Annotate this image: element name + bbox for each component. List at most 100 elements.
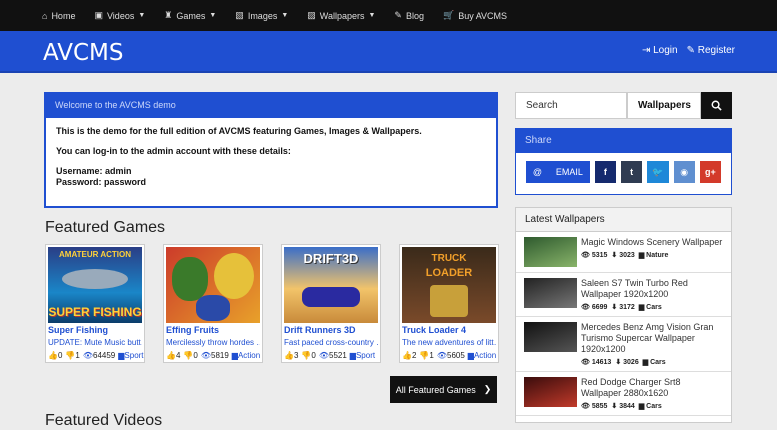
game-stats: 👍0 👎1 👁64459 ▆Sport [48,351,144,360]
share-tumblr-button[interactable]: t [621,161,643,183]
category-link[interactable]: Sport [124,351,143,360]
latest-wallpapers-panel: Latest Wallpapers Magic Windows Scenery … [515,207,732,423]
thumb-text-bottom: LOADER [425,267,473,279]
wallpaper-thumbnail[interactable] [524,278,577,308]
thumb-text-top: TRUCK [431,253,467,264]
login-link[interactable]: ⇥ Login [642,45,678,56]
game-thumbnail[interactable] [166,247,260,323]
dislikes-count: 0 [193,351,198,360]
nav-item-label: Home [51,10,76,21]
likes-count: 4 [175,351,181,360]
category-link[interactable]: Sport [356,351,375,360]
game-thumbnail[interactable]: TRUCK LOADER [402,247,496,323]
wallpaper-stats: 👁 5855 ⬇ 3844 ▆ Cars [581,402,723,410]
share-twitter-button[interactable]: 🐦 [647,161,669,183]
category-link[interactable]: Action [474,351,496,360]
search-icon [711,100,722,111]
search-category-select[interactable]: Wallpapers [627,92,701,119]
game-card[interactable]: DRIFT3D Drift Runners 3D Fast paced cros… [281,244,381,363]
welcome-line-1: This is the demo for the full edition of… [56,126,422,136]
search-button[interactable] [701,92,732,119]
nav-item-images[interactable]: ▧ Images ▼ [235,10,288,21]
game-title[interactable]: Effing Fruits [166,325,260,335]
category-link[interactable]: Nature [646,252,668,259]
game-description: UPDATE: Mute Music butt… [48,338,142,347]
eye-icon: 👁 [436,351,447,360]
nav-item-label: Wallpapers [319,10,365,21]
nav-item-videos[interactable]: ▣ Videos ▼ [94,10,145,21]
game-thumbnail[interactable]: AMATEUR ACTION SUPER FISHING [48,247,142,323]
welcome-panel: Welcome to the AVCMS demo This is the de… [44,92,498,208]
share-googleplus-button[interactable]: g+ [699,161,721,183]
game-title[interactable]: Drift Runners 3D [284,325,378,335]
game-card[interactable]: Effing Fruits Mercilessly throw hordes …… [163,244,263,363]
game-title[interactable]: Super Fishing [48,325,142,335]
wallpaper-title[interactable]: Mercedes Benz Amg Vision Gran Turismo Su… [581,322,723,355]
thumbs-up-icon: 👍 [284,351,294,360]
wallpaper-stats: 👁 5315 ⬇ 3023 ▆ Nature [581,251,722,259]
wallpaper-title[interactable]: Magic Windows Scenery Wallpaper [581,237,722,248]
nav-item-label: Buy AVCMS [458,10,508,21]
eye-icon: 👁 [581,403,590,410]
folder-icon: ▆ [642,359,649,366]
eye-icon: 👁 [318,351,329,360]
download-icon: ⬇ [615,359,622,366]
views-count: 5605 [447,351,465,360]
nav-item-wallpapers[interactable]: ▨ Wallpapers ▼ [307,10,375,21]
welcome-title: Welcome to the AVCMS demo [46,94,496,118]
wallpaper-item[interactable]: Magic Windows Scenery Wallpaper 👁 5315 ⬇… [516,232,731,273]
top-navbar: ⌂ Home ▣ Videos ▼ ♜ Games ▼ ▧ Images ▼ ▨ Wallpapers ▼… [0,0,777,31]
download-icon: ⬇ [611,252,618,259]
welcome-username: Username: admin [56,166,132,176]
game-card[interactable]: TRUCK LOADER Truck Loader 4 The new adven… [399,244,499,363]
wallpaper-thumbnail[interactable] [524,237,577,267]
share-reddit-button[interactable]: ◉ [673,161,695,183]
wallpaper-title[interactable]: Saleen S7 Twin Turbo Red Wallpaper 1920x… [581,278,723,300]
wallpaper-item[interactable]: Mercedes Benz Amg Vision Gran Turismo Su… [516,317,731,372]
game-card[interactable]: AMATEUR ACTION SUPER FISHING Super Fishin… [45,244,145,363]
folder-icon: ▆ [638,252,645,259]
picture-icon: ▨ [307,10,316,20]
auth-links: ⇥ Login ✎ Register [642,45,735,56]
nav-item-label: Blog [405,10,424,21]
wallpaper-thumbnail[interactable] [524,377,577,407]
site-brand[interactable]: AVCMS [43,40,124,66]
wallpaper-item[interactable]: Saleen S7 Twin Turbo Red Wallpaper 1920x… [516,273,731,317]
welcome-line-2: You can log-in to the admin account with… [56,146,291,156]
nav-item-label: Games [176,10,206,21]
all-featured-games-button[interactable]: All Featured Games ❯ [390,376,497,403]
folder-icon: ▆ [638,403,645,410]
wallpaper-stats: 👁 14613 ⬇ 3026 ▆ Cars [581,358,723,366]
nav-item-label: Images [247,10,278,21]
nav-item-buy-avcms[interactable]: 🛒 Buy AVCMS [443,10,507,21]
chevron-right-icon: ❯ [483,384,492,394]
dislikes-count: 1 [429,351,434,360]
category-link[interactable]: Cars [646,403,662,410]
game-title[interactable]: Truck Loader 4 [402,325,496,335]
share-panel: Share @ EMAIL f t 🐦 ◉ g+ [515,128,732,195]
category-link[interactable]: Cars [646,304,662,311]
register-link[interactable]: ✎ Register [687,45,735,56]
facebook-icon: f [603,167,607,177]
wallpaper-title[interactable]: Red Dodge Charger Srt8 Wallpaper 2880x16… [581,377,723,399]
search-input[interactable]: Search [515,92,627,119]
wallpaper-item[interactable]: Red Dodge Charger Srt8 Wallpaper 2880x16… [516,372,731,416]
category-link[interactable]: Cars [650,359,666,366]
game-thumbnail[interactable]: DRIFT3D [284,247,378,323]
wallpaper-thumbnail[interactable] [524,322,577,352]
thumbs-down-icon: 👎 [301,351,312,360]
share-facebook-button[interactable]: f [594,161,616,183]
likes-count: 3 [293,351,299,360]
nav-item-games[interactable]: ♜ Games ▼ [164,10,216,21]
image-icon: ▧ [235,10,244,20]
views-count: 5819 [211,351,229,360]
eye-icon: 👁 [200,351,211,360]
game-description: Fast paced cross-country … [284,338,378,347]
thumbs-down-icon: 👎 [419,351,430,360]
views-count: 14613 [591,359,612,366]
share-email-button[interactable]: @ EMAIL [526,161,590,183]
nav-item-blog[interactable]: ✎ Blog [394,10,424,21]
download-icon: ⬇ [611,304,618,311]
category-link[interactable]: Action [238,351,260,360]
nav-item-home[interactable]: ⌂ Home [42,11,75,21]
